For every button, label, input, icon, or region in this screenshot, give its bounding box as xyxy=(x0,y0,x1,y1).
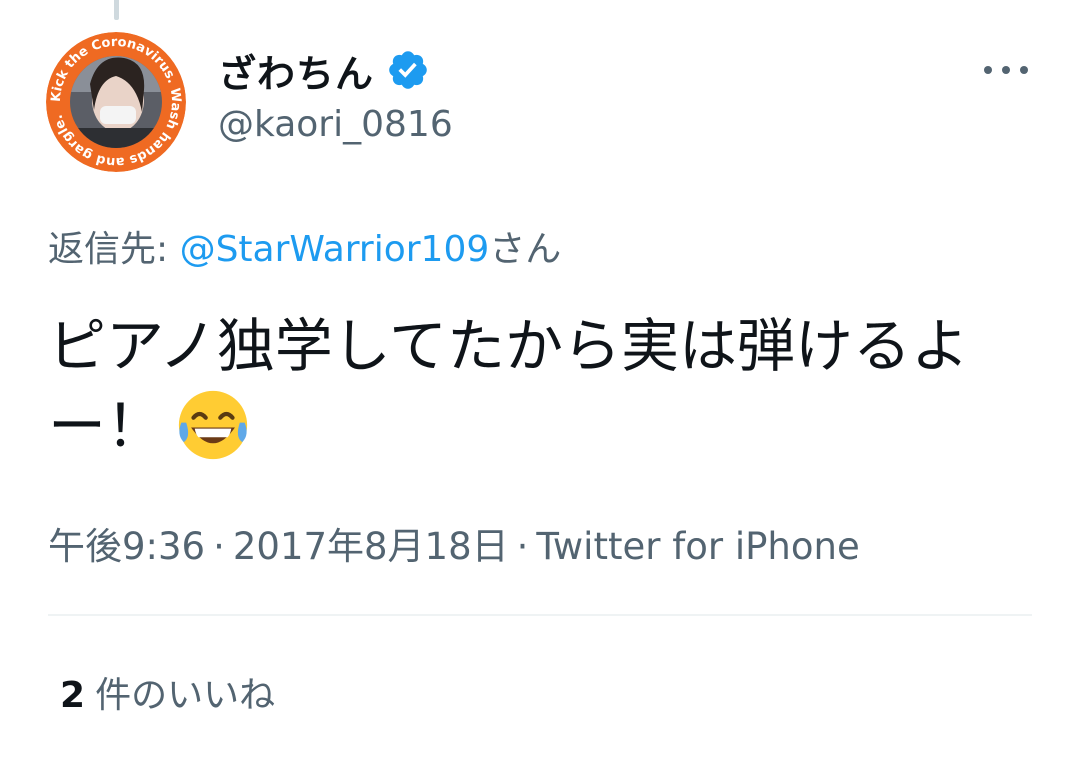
author-handle[interactable]: @kaori_0816 xyxy=(218,104,453,145)
tweet-meta: 午後9:36 · 2017年8月18日 · Twitter for iPhone xyxy=(48,516,860,570)
avatar[interactable]: Kick the Coronavirus. Wash hands and gar… xyxy=(46,32,186,172)
verified-badge-icon xyxy=(386,48,430,92)
likes-label: 件のいいね xyxy=(95,675,276,716)
more-dot xyxy=(1020,66,1028,74)
divider xyxy=(48,614,1032,616)
meta-separator: · xyxy=(213,525,225,568)
tweet-source: Twitter for iPhone xyxy=(536,525,860,568)
tweet-body: ピアノ独学してたから実は弾けるよー！ xyxy=(48,306,1008,466)
author-display-name[interactable]: ざわちん xyxy=(218,43,374,98)
face-with-tears-of-joy-icon xyxy=(174,386,252,464)
more-dot xyxy=(984,66,992,74)
meta-separator: · xyxy=(516,525,529,568)
tweet-date[interactable]: 2017年8月18日 xyxy=(233,525,509,568)
likes-count: 2 xyxy=(60,675,86,716)
reply-to-suffix: さん xyxy=(489,229,562,270)
author-name-row: ざわちん xyxy=(218,40,430,100)
more-horizontal-icon[interactable] xyxy=(980,56,1032,84)
reply-to-mention[interactable]: @StarWarrior109 xyxy=(180,229,490,270)
more-dot xyxy=(1002,66,1010,74)
tweet-time[interactable]: 午後9:36 xyxy=(48,525,205,568)
thread-connector-line xyxy=(114,0,119,20)
avatar-image: Kick the Coronavirus. Wash hands and gar… xyxy=(46,32,186,172)
reply-to-line: 返信先: @StarWarrior109さん xyxy=(48,220,561,272)
reply-to-prefix: 返信先: xyxy=(48,229,180,270)
likes-stat[interactable]: 2 件のいいね xyxy=(60,666,275,718)
